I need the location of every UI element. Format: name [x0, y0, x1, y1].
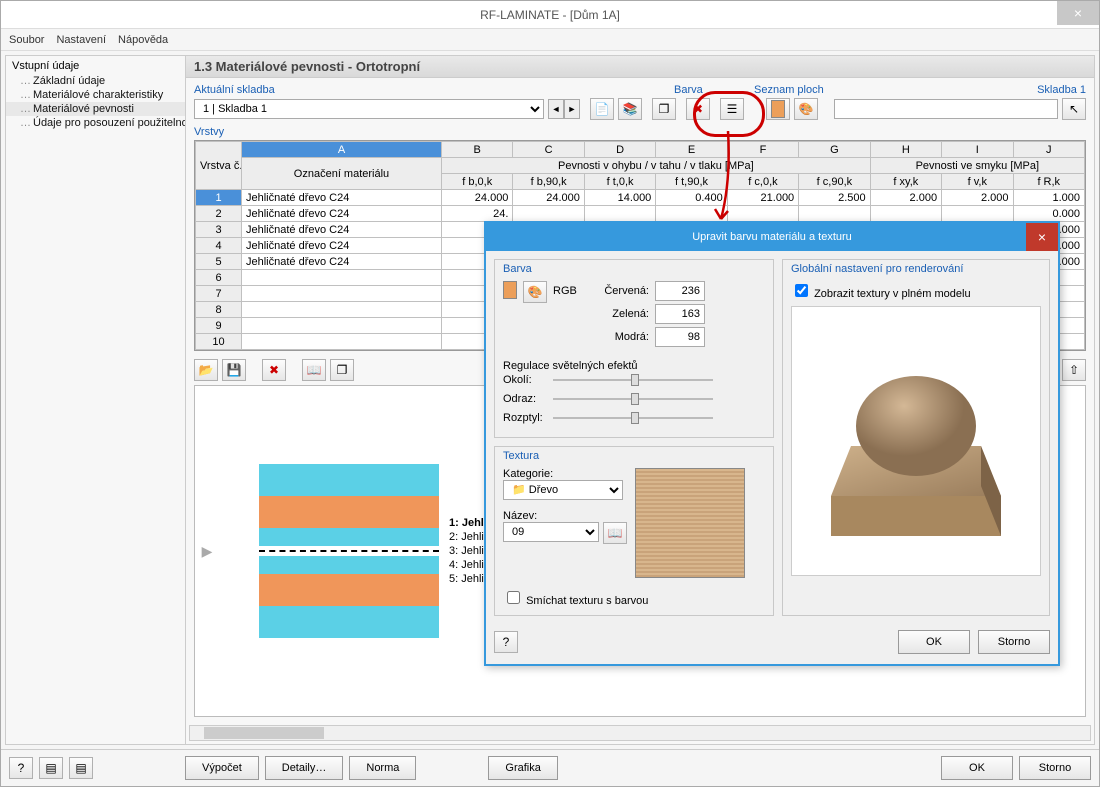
layer-band: [259, 556, 439, 574]
red-input[interactable]: [655, 281, 705, 301]
titlebar: RF-LAMINATE - [Dům 1A] ×: [1, 1, 1099, 29]
nav-item-sls[interactable]: Údaje pro posouzení použitelnosti: [6, 116, 185, 130]
table-row[interactable]: 2Jehličnaté dřevo C2424.0.000: [196, 206, 1085, 222]
nav-item-basic[interactable]: Základní údaje: [6, 74, 185, 88]
color-picker-button[interactable]: 🎨: [794, 98, 818, 120]
ok-button[interactable]: OK: [941, 756, 1013, 780]
copy-rows-icon[interactable]: ❐: [330, 359, 354, 381]
window-title: RF-LAMINATE - [Dům 1A]: [480, 8, 620, 22]
blue-input[interactable]: [655, 327, 705, 347]
diffuse-slider[interactable]: [553, 410, 713, 426]
excel-import-icon[interactable]: ⇧: [1062, 359, 1086, 381]
menu-file[interactable]: Soubor: [9, 34, 44, 46]
dialog-cancel-button[interactable]: Storno: [978, 630, 1050, 654]
section-title: 1.3 Materiálové pevnosti - Ortotropní: [186, 56, 1094, 78]
h-scrollbar[interactable]: [189, 725, 1091, 741]
group-render: Globální nastavení pro renderování Zobra…: [782, 259, 1050, 616]
annotation-highlight: [693, 91, 765, 137]
nav-tree: Vstupní údaje Základní údaje Materiálové…: [6, 56, 186, 744]
skladba-next-button[interactable]: ►: [564, 99, 580, 119]
browse-icon[interactable]: 📖: [603, 522, 627, 544]
layer-band: [259, 496, 439, 528]
dialog-titlebar[interactable]: Upravit barvu materiálu a texturu ×: [486, 223, 1058, 251]
palette-icon[interactable]: 🎨: [523, 281, 547, 303]
render-preview: [791, 306, 1041, 576]
mix-checkbox[interactable]: Smíchat texturu s barvou: [503, 595, 648, 607]
menu-settings[interactable]: Nastavení: [56, 34, 106, 46]
name-combo[interactable]: 09: [503, 522, 599, 542]
top-row: Aktuální skladba Barva Seznam ploch Skla…: [186, 78, 1094, 122]
skladba-combo[interactable]: 1 | Skladba 1: [194, 99, 544, 119]
color-swatch-button[interactable]: [766, 98, 790, 120]
group-barva: Barva 🎨 RGBČervená: Zelená: Modrá: Regul…: [494, 259, 774, 438]
skladba-prev-button[interactable]: ◄: [548, 99, 564, 119]
print-icon[interactable]: ▤: [69, 757, 93, 779]
center-line: [259, 550, 439, 552]
book-icon[interactable]: 📖: [302, 359, 326, 381]
window-close-button[interactable]: ×: [1057, 1, 1099, 25]
show-textures-checkbox[interactable]: Zobrazit textury v plném modelu: [791, 288, 971, 300]
colhead-A[interactable]: A: [242, 142, 442, 158]
copy-icon[interactable]: ❐: [652, 98, 676, 120]
nav-item-matchar[interactable]: Materiálové charakteristiky: [6, 88, 185, 102]
delete-row-icon[interactable]: ✖: [262, 359, 286, 381]
menubar: Soubor Nastavení Nápověda: [1, 29, 1099, 51]
dialog-help-icon[interactable]: ?: [494, 631, 518, 653]
dialog-close-button[interactable]: ×: [1026, 223, 1058, 251]
lbl-seznam: Seznam ploch: [754, 84, 1037, 96]
pick-surfaces-button[interactable]: ↖: [1062, 98, 1086, 120]
lbl-skladba-right: Skladba 1: [1037, 84, 1086, 96]
layer-band: [259, 464, 439, 496]
nav-root[interactable]: Vstupní údaje: [6, 60, 185, 74]
expand-arrow-icon[interactable]: ▶: [195, 543, 219, 560]
nav-item-matstr[interactable]: Materiálové pevnosti: [6, 102, 185, 116]
group-textura: Textura Kategorie: 📁 Dřevo Název: 09 📖: [494, 446, 774, 616]
details-button[interactable]: Detaily…: [265, 756, 344, 780]
category-combo[interactable]: 📁 Dřevo: [503, 480, 623, 500]
layer-band: [259, 606, 439, 638]
main-window: RF-LAMINATE - [Dům 1A] × Soubor Nastaven…: [0, 0, 1100, 787]
green-input[interactable]: [655, 304, 705, 324]
report-icon[interactable]: ▤: [39, 757, 63, 779]
swatch-icon: [771, 100, 785, 118]
color-dialog: Upravit barvu materiálu a texturu × Barv…: [484, 221, 1060, 666]
calc-button[interactable]: Výpočet: [185, 756, 259, 780]
cancel-button[interactable]: Storno: [1019, 756, 1091, 780]
dialog-ok-button[interactable]: OK: [898, 630, 970, 654]
library-icon[interactable]: 📚: [618, 98, 642, 120]
ambient-slider[interactable]: [553, 372, 713, 388]
color-preview-swatch: [503, 281, 517, 299]
table-row[interactable]: 1Jehličnaté dřevo C2424.00024.00014.0000…: [196, 190, 1085, 206]
layer-band: [259, 574, 439, 606]
save-icon[interactable]: 💾: [222, 359, 246, 381]
lighting-label: Regulace světelných efektů: [503, 360, 765, 372]
lbl-skladba: Aktuální skladba: [194, 84, 674, 96]
footer: ? ▤ ▤ Výpočet Detaily… Norma Grafika OK …: [1, 749, 1099, 786]
norm-button[interactable]: Norma: [349, 756, 416, 780]
layers-label: Vrstvy: [194, 126, 1086, 138]
new-icon[interactable]: 📄: [590, 98, 614, 120]
layer-band: [259, 528, 439, 546]
open-icon[interactable]: 📂: [194, 359, 218, 381]
layer-stack: [259, 464, 439, 638]
menu-help[interactable]: Nápověda: [118, 34, 168, 46]
graphic-button[interactable]: Grafika: [488, 756, 557, 780]
seznam-ploch-field[interactable]: [834, 99, 1058, 119]
reflect-slider[interactable]: [553, 391, 713, 407]
texture-preview: [635, 468, 745, 578]
help-icon[interactable]: ?: [9, 757, 33, 779]
col-vrstva: Vrstva č.: [196, 142, 242, 190]
